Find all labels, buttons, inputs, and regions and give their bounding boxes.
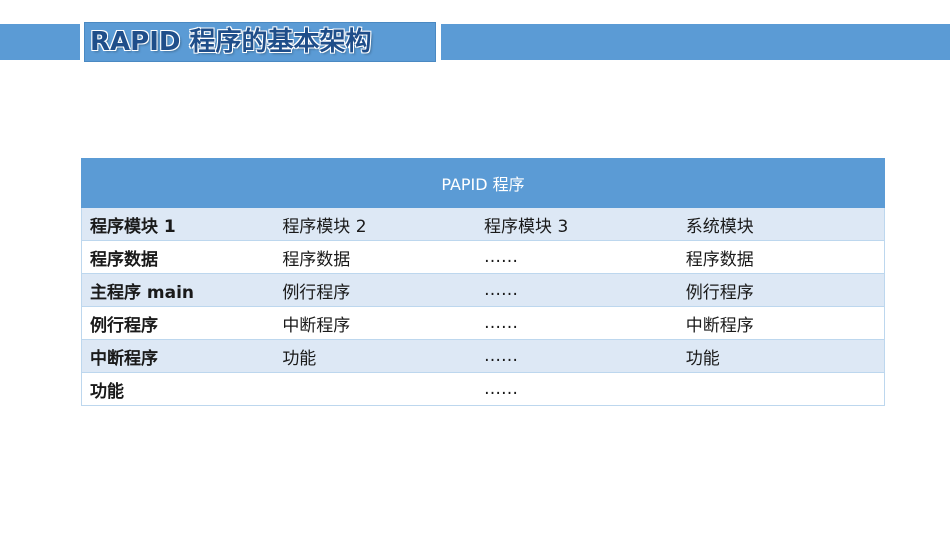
table-cell: 中断程序 <box>81 339 275 373</box>
table-cell: 功能 <box>81 372 275 406</box>
table-cell: 程序数据 <box>677 240 885 274</box>
table-cell <box>677 372 885 406</box>
table-cell: 例行程序 <box>274 273 477 307</box>
table-cell: …… <box>476 306 678 340</box>
slide: RAPID 程序的基本架构 PAPID 程序 程序模块 1 程序模块 2 程序模… <box>0 0 950 535</box>
table-row: 例行程序 中断程序 …… 中断程序 <box>81 306 885 340</box>
table-cell: …… <box>476 339 678 373</box>
page-title: RAPID 程序的基本架构 <box>90 27 372 57</box>
table-cell: 程序数据 <box>274 240 477 274</box>
table-cell: 功能 <box>274 339 477 373</box>
table-header: PAPID 程序 <box>81 158 885 208</box>
table-cell <box>274 372 477 406</box>
table-row: 主程序 main 例行程序 …… 例行程序 <box>81 273 885 307</box>
table-row: 程序模块 1 程序模块 2 程序模块 3 系统模块 <box>81 207 885 241</box>
table-cell: 程序数据 <box>81 240 275 274</box>
table-cell: 程序模块 3 <box>476 207 678 241</box>
table-cell: 例行程序 <box>81 306 275 340</box>
table-cell: 程序模块 2 <box>274 207 477 241</box>
table-header-row: PAPID 程序 <box>81 158 885 208</box>
table-row: 程序数据 程序数据 …… 程序数据 <box>81 240 885 274</box>
table-cell: …… <box>476 372 678 406</box>
table-cell: …… <box>476 273 678 307</box>
table-cell: 系统模块 <box>677 207 885 241</box>
table-row: 功能 …… <box>81 372 885 406</box>
table-cell: 主程序 main <box>81 273 275 307</box>
table-cell: 中断程序 <box>274 306 477 340</box>
table-cell: 例行程序 <box>677 273 885 307</box>
table-row: 中断程序 功能 …… 功能 <box>81 339 885 373</box>
table-cell: 中断程序 <box>677 306 885 340</box>
rapid-structure-table: PAPID 程序 程序模块 1 程序模块 2 程序模块 3 系统模块 程序数据 … <box>81 158 885 406</box>
table-cell: 功能 <box>677 339 885 373</box>
title-bar-left-decoration <box>0 24 80 60</box>
table-cell: 程序模块 1 <box>81 207 275 241</box>
title-bar-right-decoration <box>441 24 950 60</box>
table-cell: …… <box>476 240 678 274</box>
